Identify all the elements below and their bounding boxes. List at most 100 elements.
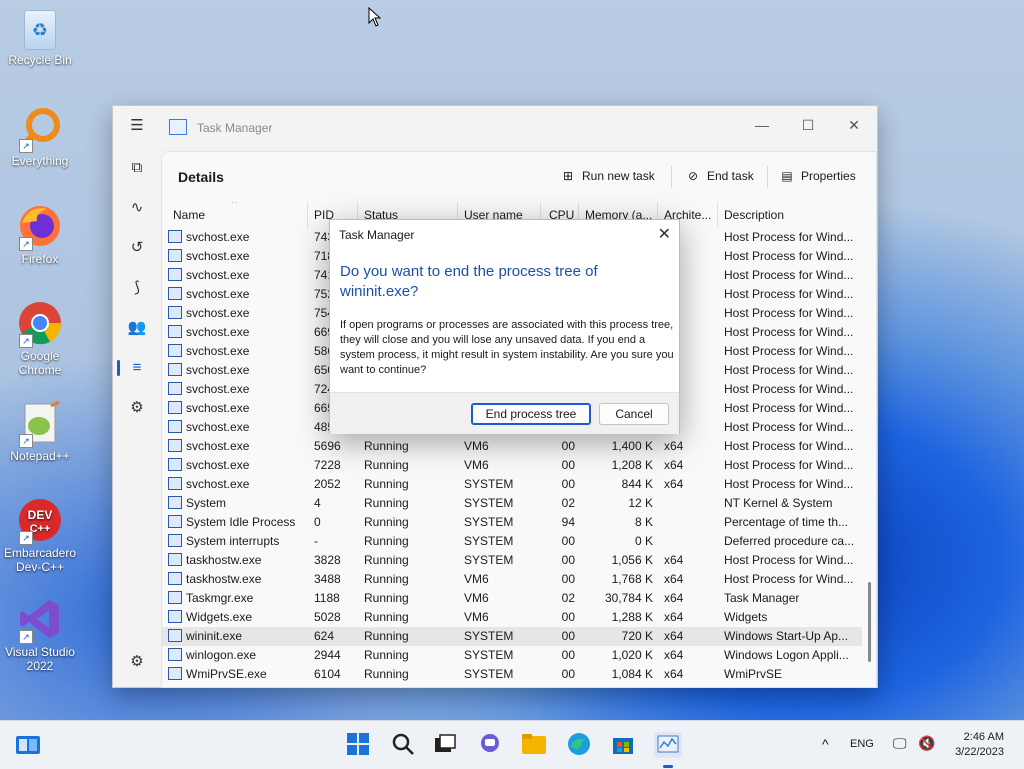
table-row[interactable]: taskhostw.exe 3488 Running VM6 00 1,768 K x64 H… [162,570,862,589]
close-button[interactable]: ✕ [831,111,877,139]
process-icon [168,496,182,509]
dialog-close-icon[interactable]: ✕ [658,224,671,244]
cell-status: Running [364,534,409,548]
process-icon [168,648,182,661]
run-new-task-button[interactable]: ⊞ Run new task [560,169,655,183]
cell-desc: Host Process for Wind... [724,230,854,244]
process-name: svchost.exe [186,477,250,491]
table-row[interactable]: taskhostw.exe 3828 Running SYSTEM 00 1,056 K x… [162,551,862,570]
cell-cpu: 94 [561,515,575,529]
desktop-icon-recycle-bin[interactable]: ♻ Recycle Bin [0,10,80,67]
process-name: svchost.exe [186,458,250,472]
hamburger-menu-icon[interactable]: ☰ [125,114,149,138]
details-nav-icon[interactable]: ≡ [125,356,149,380]
users-nav-icon[interactable]: 👥 [125,316,149,340]
table-row[interactable]: System Idle Process 0 Running SYSTEM 94 8 K Pe… [162,513,862,532]
start-button-icon[interactable] [345,732,371,758]
desktop-icon-everything[interactable]: ↗ Everything [0,105,80,168]
title-bar[interactable]: ☰ Task Manager — ☐ ✕ [113,106,877,146]
vertical-scrollbar[interactable] [868,582,871,662]
settings-gear-icon[interactable]: ⚙ [125,650,149,674]
task-manager-taskbar-icon[interactable] [654,732,682,758]
table-row[interactable]: Widgets.exe 5028 Running VM6 00 1,288 K x64 Wid… [162,608,862,627]
clock[interactable]: 2:46 AM 3/22/2023 [952,730,1004,760]
process-icon [168,230,182,243]
end-process-tree-button[interactable]: End process tree [471,403,591,425]
cell-desc: Host Process for Wind... [724,572,854,586]
column-header-description[interactable]: Description [724,202,784,228]
maximize-button[interactable]: ☐ [785,111,831,139]
cell-mem: 1,768 K [611,572,653,586]
cell-mem: 0 K [634,534,653,548]
desktop-icon-notepadpp[interactable]: ↗ Notepad++ [0,400,80,463]
edge-browser-icon[interactable] [566,732,592,758]
run-new-task-label: Run new task [582,169,655,183]
process-name: System [186,496,227,510]
minimize-button[interactable]: — [739,111,785,139]
widgets-icon[interactable] [15,732,41,758]
cell-name: svchost.exe [168,266,249,285]
cell-name: taskhostw.exe [168,570,261,589]
table-row[interactable]: WmiPrvSE.exe 6104 Running SYSTEM 00 1,084 K x6… [162,665,862,684]
column-header-name[interactable]: Name [173,202,205,228]
process-icon [168,306,182,319]
performance-nav-icon[interactable]: ∿ [125,196,149,220]
cell-cpu: 00 [561,667,575,681]
task-view-icon[interactable] [432,732,458,758]
cell-name: svchost.exe [168,399,249,418]
desktop-icon-label: Notepad++ [10,449,70,463]
cell-cpu: 00 [561,534,575,548]
table-row[interactable]: wininit.exe 624 Running SYSTEM 00 720 K x64 Win… [162,627,862,646]
search-icon[interactable] [390,732,416,758]
cell-desc: Host Process for Wind... [724,363,854,377]
network-icon[interactable]: 🖵 [893,735,907,752]
show-hidden-icons-chevron-icon[interactable]: ^ [822,736,829,752]
teams-chat-icon[interactable] [477,732,503,758]
table-row[interactable]: winlogon.exe 2944 Running SYSTEM 00 1,020 K x6… [162,646,862,665]
speaker-muted-icon[interactable]: 🔇 [918,735,935,752]
cell-status: Running [364,496,409,510]
table-row[interactable]: svchost.exe 2052 Running SYSTEM 00 844 K x64 Ho… [162,475,862,494]
table-row[interactable]: System interrupts - Running SYSTEM 00 0 K Defe… [162,532,862,551]
desktop-icon-visual-studio[interactable]: ↗ Visual Studio 2022 [0,596,80,673]
column-divider[interactable] [307,202,308,228]
table-row[interactable]: Taskmgr.exe 1188 Running VM6 02 30,784 K x64 Ta… [162,589,862,608]
startup-apps-nav-icon[interactable]: ⟆ [125,276,149,300]
properties-button[interactable]: ▤ Properties [779,169,855,183]
cell-mem: 12 K [628,496,653,510]
process-name: svchost.exe [186,249,250,263]
cell-user: SYSTEM [464,477,514,491]
services-nav-icon[interactable]: ⚙ [125,396,149,420]
cell-cpu: 00 [561,458,575,472]
desktop-icon-devcpp[interactable]: DEV C++ ↗ Embarcadero Dev-C++ [0,497,80,574]
visual-studio-icon: ↗ [17,596,63,644]
cell-pid: 3828 [314,553,341,567]
file-explorer-icon[interactable] [521,732,547,758]
desktop-icon-google-chrome[interactable]: ↗ Google Chrome [0,300,80,377]
end-task-button[interactable]: ⊘ End task [685,169,754,183]
cell-mem: 1,020 K [611,648,653,662]
process-icon [168,363,182,376]
table-row[interactable]: System 4 Running SYSTEM 02 12 K NT Kernel & Sy… [162,494,862,513]
cancel-button[interactable]: Cancel [599,403,669,425]
processes-nav-icon[interactable]: ⧉ [125,156,149,180]
toolbar-divider [671,166,672,188]
desktop-icon-firefox[interactable]: ↗ Firefox [0,203,80,266]
dialog-heading: Do you want to end the process tree of w… [340,263,598,300]
cell-user: SYSTEM [464,496,514,510]
cell-name: System [168,494,226,513]
language-indicator[interactable]: ENG [850,738,874,750]
cell-user: VM6 [464,439,489,453]
cell-name: svchost.exe [168,247,249,266]
app-history-nav-icon[interactable]: ↺ [125,236,149,260]
cell-status: Running [364,629,409,643]
table-row[interactable]: svchost.exe 5696 Running VM6 00 1,400 K x64 Hos… [162,437,862,456]
cell-mem: 1,288 K [611,610,653,624]
cell-arch: x64 [664,572,684,586]
column-divider[interactable] [717,202,718,228]
cell-pid: 0 [314,515,321,529]
cell-desc: Windows Start-Up Ap... [724,629,849,643]
microsoft-store-icon[interactable] [610,732,636,758]
cell-user: SYSTEM [464,534,514,548]
table-row[interactable]: svchost.exe 7228 Running VM6 00 1,208 K x64 Hos… [162,456,862,475]
